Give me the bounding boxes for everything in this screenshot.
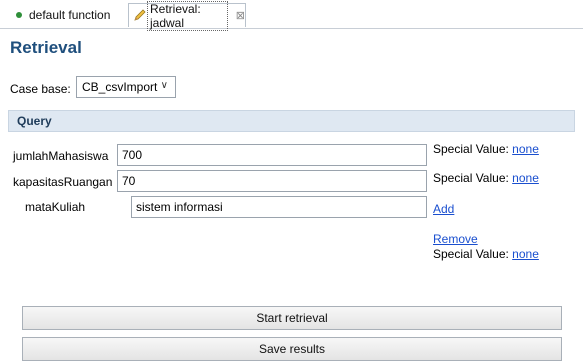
page-title: Retrieval [10, 38, 82, 57]
add-link[interactable]: Add [433, 202, 454, 216]
editor-tab-bar: default function Retrieval: jadwal ⊠ [0, 0, 583, 31]
tab-retrieval-jadwal[interactable]: Retrieval: jadwal ⊠ [128, 0, 246, 31]
query-section-header[interactable]: Query [8, 110, 575, 132]
field-label-kapasitas-ruangan: kapasitasRuangan [13, 175, 113, 189]
kapasitas-ruangan-input[interactable] [117, 170, 427, 192]
case-base-select[interactable]: CB_csvImport ∨ [76, 76, 176, 98]
save-results-button[interactable]: Save results [22, 337, 562, 361]
tab-label: default function [29, 8, 111, 22]
close-tab-icon[interactable]: ⊠ [236, 9, 245, 22]
remove-link[interactable]: Remove [433, 232, 478, 246]
field-label-mata-kuliah: mataKuliah [25, 200, 86, 214]
chevron-down-icon[interactable]: ∨ [161, 80, 168, 91]
special-value-mata-kuliah: Special Value: none [433, 247, 539, 261]
field-label-jumlah-mahasiswa: jumlahMahasiswa [13, 149, 109, 163]
special-value-label: Special Value: [433, 142, 509, 156]
query-section-title: Query [17, 114, 52, 128]
tab-default-function[interactable]: default function [8, 3, 126, 27]
case-base-value: CB_csvImport [82, 80, 158, 94]
special-value-none-link[interactable]: none [512, 142, 539, 156]
special-value-label: Special Value: [433, 247, 509, 261]
special-value-label: Special Value: [433, 171, 509, 185]
mata-kuliah-input[interactable] [131, 196, 427, 218]
tab-label: Retrieval: jadwal [147, 0, 228, 31]
special-value-none-link[interactable]: none [512, 171, 539, 185]
special-value-jumlah-mahasiswa: Special Value: none [433, 142, 539, 156]
special-value-none-link[interactable]: none [512, 247, 539, 261]
case-base-label: Case base: [10, 82, 71, 96]
pencil-icon [134, 9, 146, 21]
jumlah-mahasiswa-input[interactable] [117, 144, 427, 166]
status-dot-icon [16, 12, 22, 18]
special-value-kapasitas-ruangan: Special Value: none [433, 171, 539, 185]
start-retrieval-button[interactable]: Start retrieval [22, 306, 562, 330]
